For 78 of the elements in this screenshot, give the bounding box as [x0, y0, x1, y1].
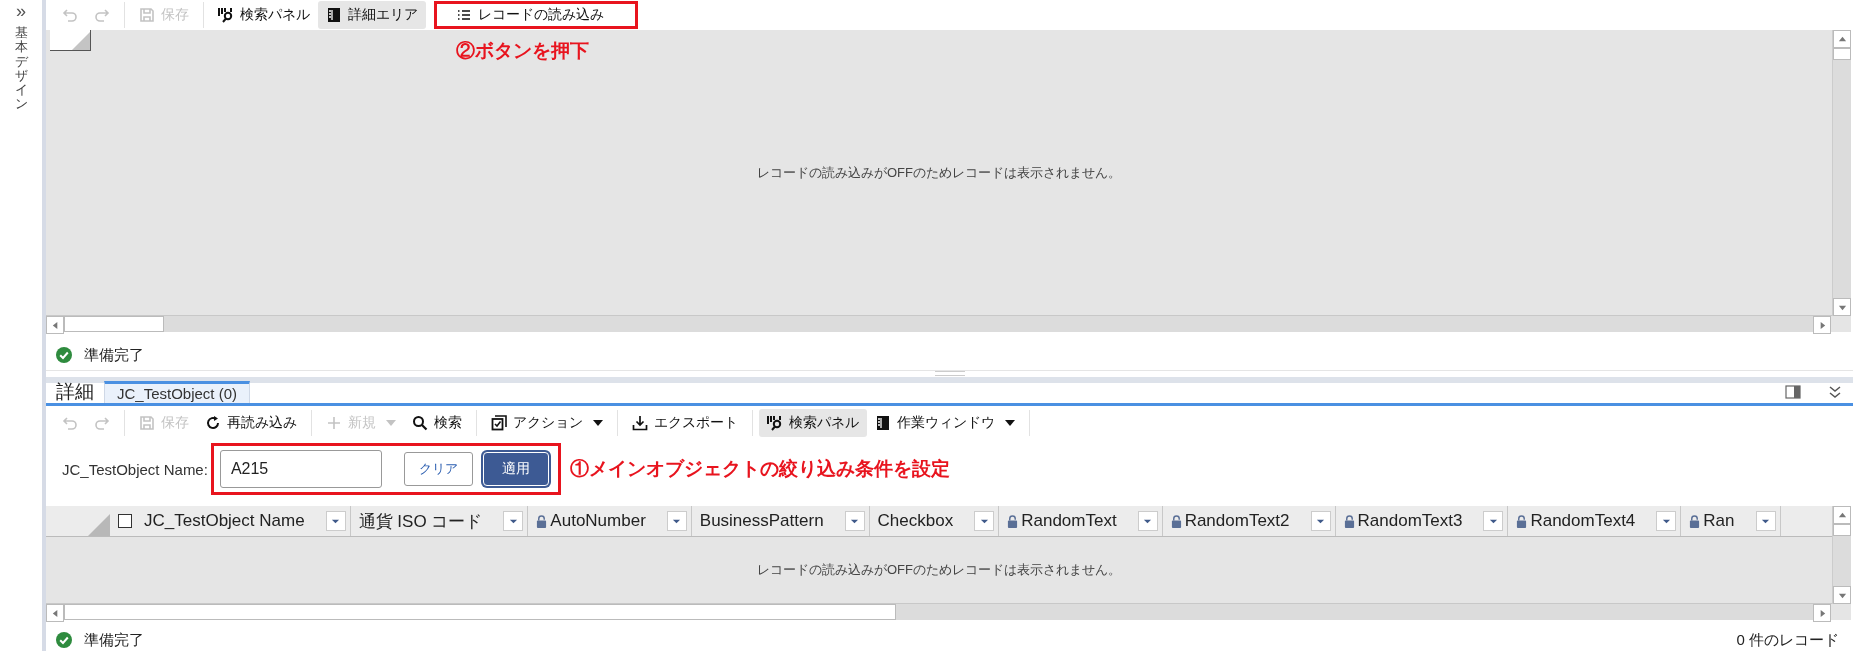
- filter-label: JC_TestObject Name:: [62, 460, 208, 478]
- scrollbar-thumb[interactable]: [64, 316, 164, 332]
- column-header[interactable]: JC_TestObject Name: [136, 506, 351, 536]
- action-button[interactable]: アクション: [483, 409, 611, 437]
- panel-icon: [326, 7, 342, 23]
- lock-icon: [1007, 514, 1019, 528]
- object-tab[interactable]: JC_TestObject (0): [104, 381, 251, 403]
- undo-icon: [62, 415, 78, 431]
- scroll-up-icon[interactable]: [1837, 34, 1847, 44]
- panel-button[interactable]: 作業ウィンドウ: [867, 409, 1023, 437]
- scroll-left-icon[interactable]: [50, 320, 60, 330]
- empty-message: レコードの読み込みがOFFのためレコードは表示されません。: [757, 561, 1121, 579]
- column-header[interactable]: RandomText2: [1162, 506, 1336, 536]
- save-icon: [139, 415, 155, 431]
- name-input-field[interactable]: A215: [219, 450, 382, 488]
- select-all-checkbox[interactable]: [118, 514, 132, 528]
- horizontal-scrollbar[interactable]: [46, 604, 1831, 620]
- check-circle-icon: [56, 347, 72, 363]
- scrollbar-thumb[interactable]: [64, 604, 896, 620]
- vertical-scrollbar[interactable]: [1832, 506, 1851, 604]
- search-panel-button[interactable]: 検索パネル: [210, 1, 318, 29]
- status-text: 準備完了: [84, 345, 144, 365]
- list-icon: [456, 7, 472, 23]
- load-records-button[interactable]: レコードの読み込み: [434, 1, 638, 29]
- filter-bars-icon: [218, 7, 234, 23]
- grid-corner[interactable]: [50, 30, 91, 51]
- caret-icon: [593, 418, 603, 428]
- empty-message: レコードの読み込みがOFFのためレコードは表示されません。: [757, 163, 1121, 182]
- lock-icon: [1516, 514, 1528, 528]
- column-header[interactable]: Ran: [1681, 506, 1781, 536]
- status-text: 準備完了: [84, 630, 144, 650]
- panel-icon: [875, 415, 891, 431]
- lock-icon: [1689, 514, 1701, 528]
- scroll-left-icon[interactable]: [50, 608, 60, 618]
- filter-bars-icon: [767, 415, 783, 431]
- search-button[interactable]: 検索: [404, 409, 470, 437]
- redo-icon: [94, 415, 110, 431]
- annotation-text: ①メインオブジェクトの絞り込み条件を設定: [569, 457, 950, 481]
- check-circle-icon: [56, 632, 72, 648]
- column-header[interactable]: RandomText4: [1508, 506, 1682, 536]
- apply-button[interactable]: 適用: [482, 452, 549, 486]
- expand-toggle[interactable]: »: [16, 2, 26, 20]
- redo-icon: [94, 7, 110, 23]
- scrollbar-thumb[interactable]: [1833, 48, 1851, 60]
- search-icon: [412, 415, 428, 431]
- collapse-icon[interactable]: [1827, 385, 1843, 399]
- annotation-text: ②ボタンを押下: [456, 39, 589, 63]
- column-header[interactable]: BusinessPattern: [691, 506, 870, 536]
- column-header[interactable]: AutoNumber: [528, 506, 692, 536]
- scrollbar-thumb[interactable]: [1833, 524, 1851, 536]
- undo-icon: [62, 7, 78, 23]
- column-header[interactable]: 通貨 ISO コード: [350, 506, 529, 536]
- horizontal-scrollbar[interactable]: [46, 316, 1831, 332]
- scroll-up-icon[interactable]: [1837, 510, 1847, 520]
- reload-icon: [205, 415, 221, 431]
- search-panel-button[interactable]: 検索パネル: [759, 409, 867, 437]
- clear-button[interactable]: クリア: [403, 452, 473, 486]
- vertical-scrollbar[interactable]: [1832, 30, 1851, 316]
- triangle-icon: [70, 30, 90, 50]
- column-header[interactable]: RandomText3: [1335, 506, 1509, 536]
- column-header[interactable]: RandomText: [999, 506, 1163, 536]
- record-count: 0 件のレコード: [1736, 630, 1839, 650]
- export-button[interactable]: エクスポート: [624, 409, 746, 437]
- sidebar-title[interactable]: 基本デザイン: [14, 26, 28, 112]
- lock-icon: [1343, 514, 1355, 528]
- reload-button[interactable]: 再読み込み: [197, 409, 305, 437]
- lock-icon: [1170, 514, 1182, 528]
- lock-icon: [536, 514, 548, 528]
- column-header[interactable]: Checkbox: [869, 506, 1000, 536]
- plus-icon: [326, 415, 342, 431]
- download-icon: [632, 415, 648, 431]
- save-icon: [139, 7, 155, 23]
- caret-icon: [1005, 418, 1015, 428]
- panel-button[interactable]: 詳細エリア: [318, 1, 426, 29]
- checkbox-stack-icon: [491, 415, 507, 431]
- caret-icon: [386, 418, 396, 428]
- panel-title: 詳細: [55, 381, 95, 403]
- panel-toggle-icon[interactable]: [1785, 385, 1801, 399]
